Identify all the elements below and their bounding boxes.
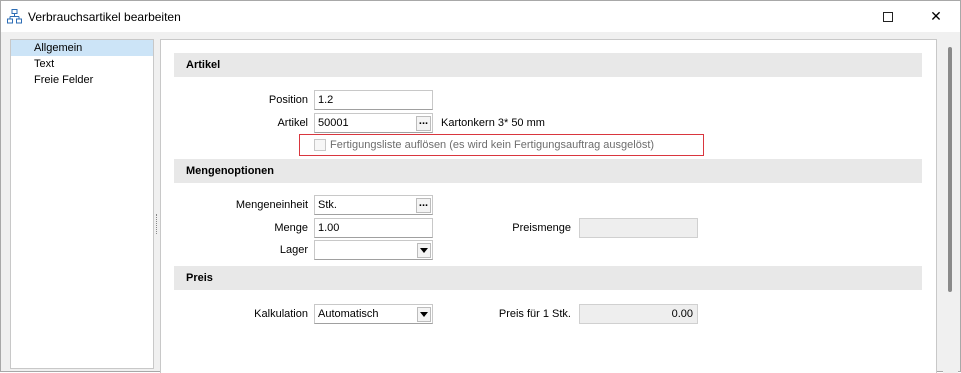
maximize-button[interactable] xyxy=(865,1,911,32)
section-header-artikel: Artikel xyxy=(174,53,922,77)
vertical-scrollbar[interactable] xyxy=(943,39,958,373)
menge-label: Menge xyxy=(274,222,308,234)
lager-select[interactable] xyxy=(314,240,433,260)
maximize-icon xyxy=(883,11,893,22)
chevron-down-icon xyxy=(420,248,428,253)
artikel-label: Artikel xyxy=(277,117,308,129)
lager-label: Lager xyxy=(279,244,308,256)
sidebar-item-text[interactable]: Text xyxy=(11,56,153,72)
fertigungsliste-highlight: Fertigungsliste auflösen (es wird kein F… xyxy=(299,134,704,156)
sidebar-nav: Allgemein Text Freie Felder xyxy=(10,39,154,369)
artikel-input[interactable]: 50001 ... xyxy=(314,113,433,133)
splitter-handle[interactable] xyxy=(156,214,158,234)
lager-dropdown-button[interactable] xyxy=(417,243,431,258)
kalkulation-value: Automatisch xyxy=(318,308,379,320)
fertigungsliste-checkbox[interactable] xyxy=(314,139,326,151)
form-panel: Artikel Position 1.2 Artikel 50001 ... K… xyxy=(160,39,937,373)
preis-fuer-input: 0.00 xyxy=(579,304,698,324)
mengeneinheit-lookup-button[interactable]: ... xyxy=(416,198,431,213)
mengeneinheit-label: Mengeneinheit xyxy=(235,199,308,211)
scrollbar-thumb[interactable] xyxy=(948,47,952,292)
artikel-description: Kartonkern 3* 50 mm xyxy=(441,117,545,129)
preis-fuer-label: Preis für 1 Stk. xyxy=(498,308,571,320)
mengeneinheit-value: Stk. xyxy=(318,199,337,211)
artikel-value: 50001 xyxy=(318,117,349,129)
title-bar: Verbrauchsartikel bearbeiten ✕ xyxy=(1,1,960,32)
kalkulation-label: Kalkulation xyxy=(254,308,308,320)
preismenge-input xyxy=(579,218,698,238)
section-header-preis: Preis xyxy=(174,266,922,290)
fertigungsliste-checkbox-label[interactable]: Fertigungsliste auflösen (es wird kein F… xyxy=(330,139,654,151)
dialog-window: Verbrauchsartikel bearbeiten ✕ Allgemein… xyxy=(0,0,961,373)
window-title: Verbrauchsartikel bearbeiten xyxy=(28,10,181,24)
preismenge-label: Preismenge xyxy=(512,222,571,234)
close-button[interactable]: ✕ xyxy=(913,1,959,32)
sidebar-item-allgemein[interactable]: Allgemein xyxy=(11,40,153,56)
section-header-mengenoptionen: Mengenoptionen xyxy=(174,159,922,183)
app-icon xyxy=(7,9,22,24)
artikel-lookup-button[interactable]: ... xyxy=(416,116,431,131)
position-input[interactable]: 1.2 xyxy=(314,90,433,110)
sidebar-item-freie-felder[interactable]: Freie Felder xyxy=(11,72,153,88)
position-label: Position xyxy=(268,94,308,106)
close-icon: ✕ xyxy=(930,8,942,24)
mengeneinheit-input[interactable]: Stk. ... xyxy=(314,195,433,215)
